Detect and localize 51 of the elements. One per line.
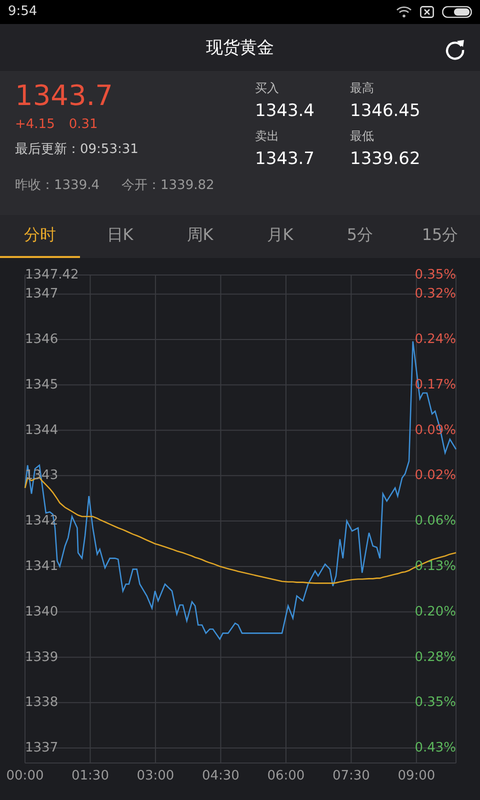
change-percent: 0.31	[68, 116, 98, 132]
page-title: 现货黄金	[206, 36, 274, 59]
percent-label: 0.20%	[414, 604, 456, 620]
period-tab[interactable]: 5分	[320, 214, 400, 258]
y-axis-label: 1347	[25, 286, 58, 302]
x-axis-label: 00:00	[6, 768, 44, 784]
y-axis-label: 1345	[25, 377, 58, 392]
percent-label: 0.24%	[414, 332, 456, 348]
status-time: 9:54	[8, 4, 38, 20]
stat-value: 1343.4	[255, 100, 316, 123]
stat-label: 最高	[350, 80, 375, 97]
y-axis-label: 1344	[25, 422, 58, 438]
x-axis-label: 09:00	[398, 768, 436, 784]
period-tab[interactable]: 周K	[160, 214, 240, 258]
y-axis-label: 1338	[25, 695, 58, 710]
percent-label: 0.35%	[414, 695, 456, 710]
y-axis-label: 1339	[25, 650, 58, 665]
x-axis-label: 07:30	[332, 768, 370, 784]
period-tab[interactable]: 15分	[400, 214, 480, 258]
open-price: 今开：1339.82	[122, 176, 214, 194]
y-axis-label: 1347.42	[25, 268, 79, 283]
percent-label: 0.43%	[414, 740, 456, 756]
x-axis-label: 01:30	[72, 768, 109, 784]
battery-icon	[442, 6, 472, 18]
previous-close: 昨收：1339.4	[15, 176, 100, 194]
percent-label: 0.13%	[414, 559, 456, 574]
period-tab[interactable]: 日K	[80, 214, 160, 258]
x-axis-label: 04:30	[202, 768, 240, 784]
x-axis-label: 06:00	[267, 768, 305, 784]
stat-value: 1346.45	[350, 100, 422, 123]
y-axis-label: 1341	[25, 559, 58, 574]
percent-label: 0.28%	[414, 650, 456, 665]
stat-label: 最低	[350, 128, 375, 145]
price-change: +4.15	[15, 116, 55, 132]
y-axis-label: 1337	[25, 740, 58, 756]
percent-label: 0.06%	[414, 514, 456, 529]
period-tab[interactable]: 月K	[240, 214, 320, 258]
update-time: 最后更新：09:53:31	[15, 140, 140, 158]
stat-value: 1343.7	[255, 148, 316, 171]
wifi-icon	[396, 6, 412, 18]
y-axis-label: 1340	[25, 604, 58, 620]
percent-label: 0.32%	[414, 286, 456, 302]
y-axis-label: 1346	[25, 332, 58, 348]
percent-label: 0.35%	[414, 268, 456, 283]
current-price: 1343.7	[15, 78, 114, 113]
stat-label: 卖出	[255, 128, 280, 145]
stat-value: 1339.62	[350, 148, 422, 171]
x-axis-label: 03:00	[136, 768, 174, 784]
stat-label: 买入	[255, 80, 280, 97]
percent-label: 0.02%	[414, 468, 456, 484]
sim-icon	[420, 6, 434, 18]
